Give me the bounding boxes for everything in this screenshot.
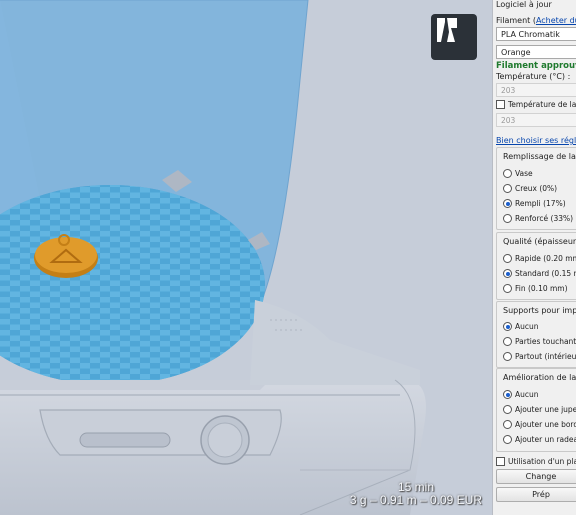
quality-option-label: Fin (0.10 mm) <box>515 284 568 293</box>
platform-label: Utilisation d'un plat <box>508 457 576 466</box>
quality-option-standard[interactable]: Standard (0.15 mm <box>503 269 576 278</box>
temperature-field[interactable]: 203 <box>496 83 576 97</box>
first-layer-temp-check-row[interactable]: Température de la 1 <box>496 100 576 109</box>
supports-option-touching[interactable]: Parties touchant le <box>503 337 576 346</box>
adhesion-option-label: Ajouter une bordu <box>515 420 576 429</box>
quality-option-label: Rapide (0.20 mm) <box>515 254 576 263</box>
color-select[interactable]: Orange <box>496 45 576 59</box>
print-cost: 3 g – 0.91 m – 0.09 EUR <box>349 493 482 507</box>
radio-selected-icon[interactable] <box>503 390 512 399</box>
printer-scene <box>0 0 492 515</box>
change-button[interactable]: Change <box>496 469 576 484</box>
radio-icon[interactable] <box>503 214 512 223</box>
radio-selected-icon[interactable] <box>503 322 512 331</box>
infill-option-label: Renforcé (33%) <box>515 214 574 223</box>
prepare-button[interactable]: Prép <box>496 487 576 502</box>
infill-option-label: Rempli (17%) <box>515 199 566 208</box>
adhesion-option-raft[interactable]: Ajouter un radeau <box>503 435 576 444</box>
first-layer-temp-label: Température de la 1 <box>508 100 576 109</box>
filament-approved-label: Filament approuvé <box>496 61 576 71</box>
infill-option-hollow[interactable]: Creux (0%) <box>503 184 557 193</box>
buy-filament-link[interactable]: Acheter du fi <box>536 16 576 25</box>
supports-option-label: Parties touchant le <box>515 337 576 346</box>
radio-selected-icon[interactable] <box>503 199 512 208</box>
adhesion-group: Amélioration de la s Aucun Ajouter une j… <box>496 368 576 452</box>
3d-viewport[interactable]: 15 min 3 g – 0.91 m – 0.09 EUR <box>0 0 492 515</box>
adhesion-option-skirt[interactable]: Ajouter une jupe <box>503 405 576 414</box>
radio-icon[interactable] <box>503 254 512 263</box>
infill-option-label: Vase <box>515 169 533 178</box>
platform-checkbox[interactable] <box>496 457 505 466</box>
temperature-label: Température (°C) : <box>496 72 571 81</box>
radio-icon[interactable] <box>503 435 512 444</box>
infill-option-filled[interactable]: Rempli (17%) <box>503 199 566 208</box>
infill-option-reinforced[interactable]: Renforcé (33%) <box>503 214 573 223</box>
filament-label-row: Filament (Acheter du fi <box>496 16 576 25</box>
supports-group: Supports pour impre Aucun Parties toucha… <box>496 301 576 368</box>
supports-option-everywhere[interactable]: Partout (intérieur p <box>503 352 576 361</box>
radio-icon[interactable] <box>503 169 512 178</box>
quality-option-fast[interactable]: Rapide (0.20 mm) <box>503 254 576 263</box>
supports-title: Supports pour impre <box>503 306 576 315</box>
radio-icon[interactable] <box>503 284 512 293</box>
quality-title: Qualité (épaisseur de <box>503 237 576 246</box>
adhesion-option-brim[interactable]: Ajouter une bordu <box>503 420 576 429</box>
infill-option-label: Creux (0%) <box>515 184 558 193</box>
quality-option-label: Standard (0.15 mm <box>515 269 576 278</box>
radio-icon[interactable] <box>503 405 512 414</box>
first-layer-temp-checkbox[interactable] <box>496 100 505 109</box>
filament-label: Filament ( <box>496 16 536 25</box>
radio-icon[interactable] <box>503 184 512 193</box>
infill-group: Remplissage de la pi Vase Creux (0%) Rem… <box>496 147 576 230</box>
quality-group: Qualité (épaisseur de Rapide (0.20 mm) S… <box>496 232 576 300</box>
radio-icon[interactable] <box>503 337 512 346</box>
printer-logo-glyph <box>437 18 457 42</box>
infill-option-vase[interactable]: Vase <box>503 169 533 178</box>
supports-option-label: Aucun <box>515 322 539 331</box>
first-layer-temp-field[interactable]: 203 <box>496 113 576 127</box>
settings-help-link[interactable]: Bien choisir ses réglag <box>496 136 576 145</box>
cura-logo-icon[interactable] <box>431 14 477 60</box>
adhesion-title: Amélioration de la s <box>503 373 576 382</box>
adhesion-option-none[interactable]: Aucun <box>503 390 539 399</box>
radio-icon[interactable] <box>503 352 512 361</box>
supports-option-label: Partout (intérieur p <box>515 352 576 361</box>
adhesion-option-label: Ajouter une jupe <box>515 405 576 414</box>
filament-select[interactable]: PLA Chromatik <box>496 27 576 41</box>
radio-selected-icon[interactable] <box>503 269 512 278</box>
platform-check-row[interactable]: Utilisation d'un plat <box>496 457 576 466</box>
radio-icon[interactable] <box>503 420 512 429</box>
supports-option-none[interactable]: Aucun <box>503 322 539 331</box>
quality-option-fine[interactable]: Fin (0.10 mm) <box>503 284 568 293</box>
update-status: Logiciel à jour <box>496 0 552 9</box>
adhesion-option-label: Aucun <box>515 390 539 399</box>
print-estimate: 15 min 3 g – 0.91 m – 0.09 EUR <box>350 481 482 507</box>
adhesion-option-label: Ajouter un radeau <box>515 435 576 444</box>
infill-title: Remplissage de la pi <box>503 152 576 161</box>
settings-sidebar: Logiciel à jour Filament (Acheter du fi … <box>492 0 576 515</box>
